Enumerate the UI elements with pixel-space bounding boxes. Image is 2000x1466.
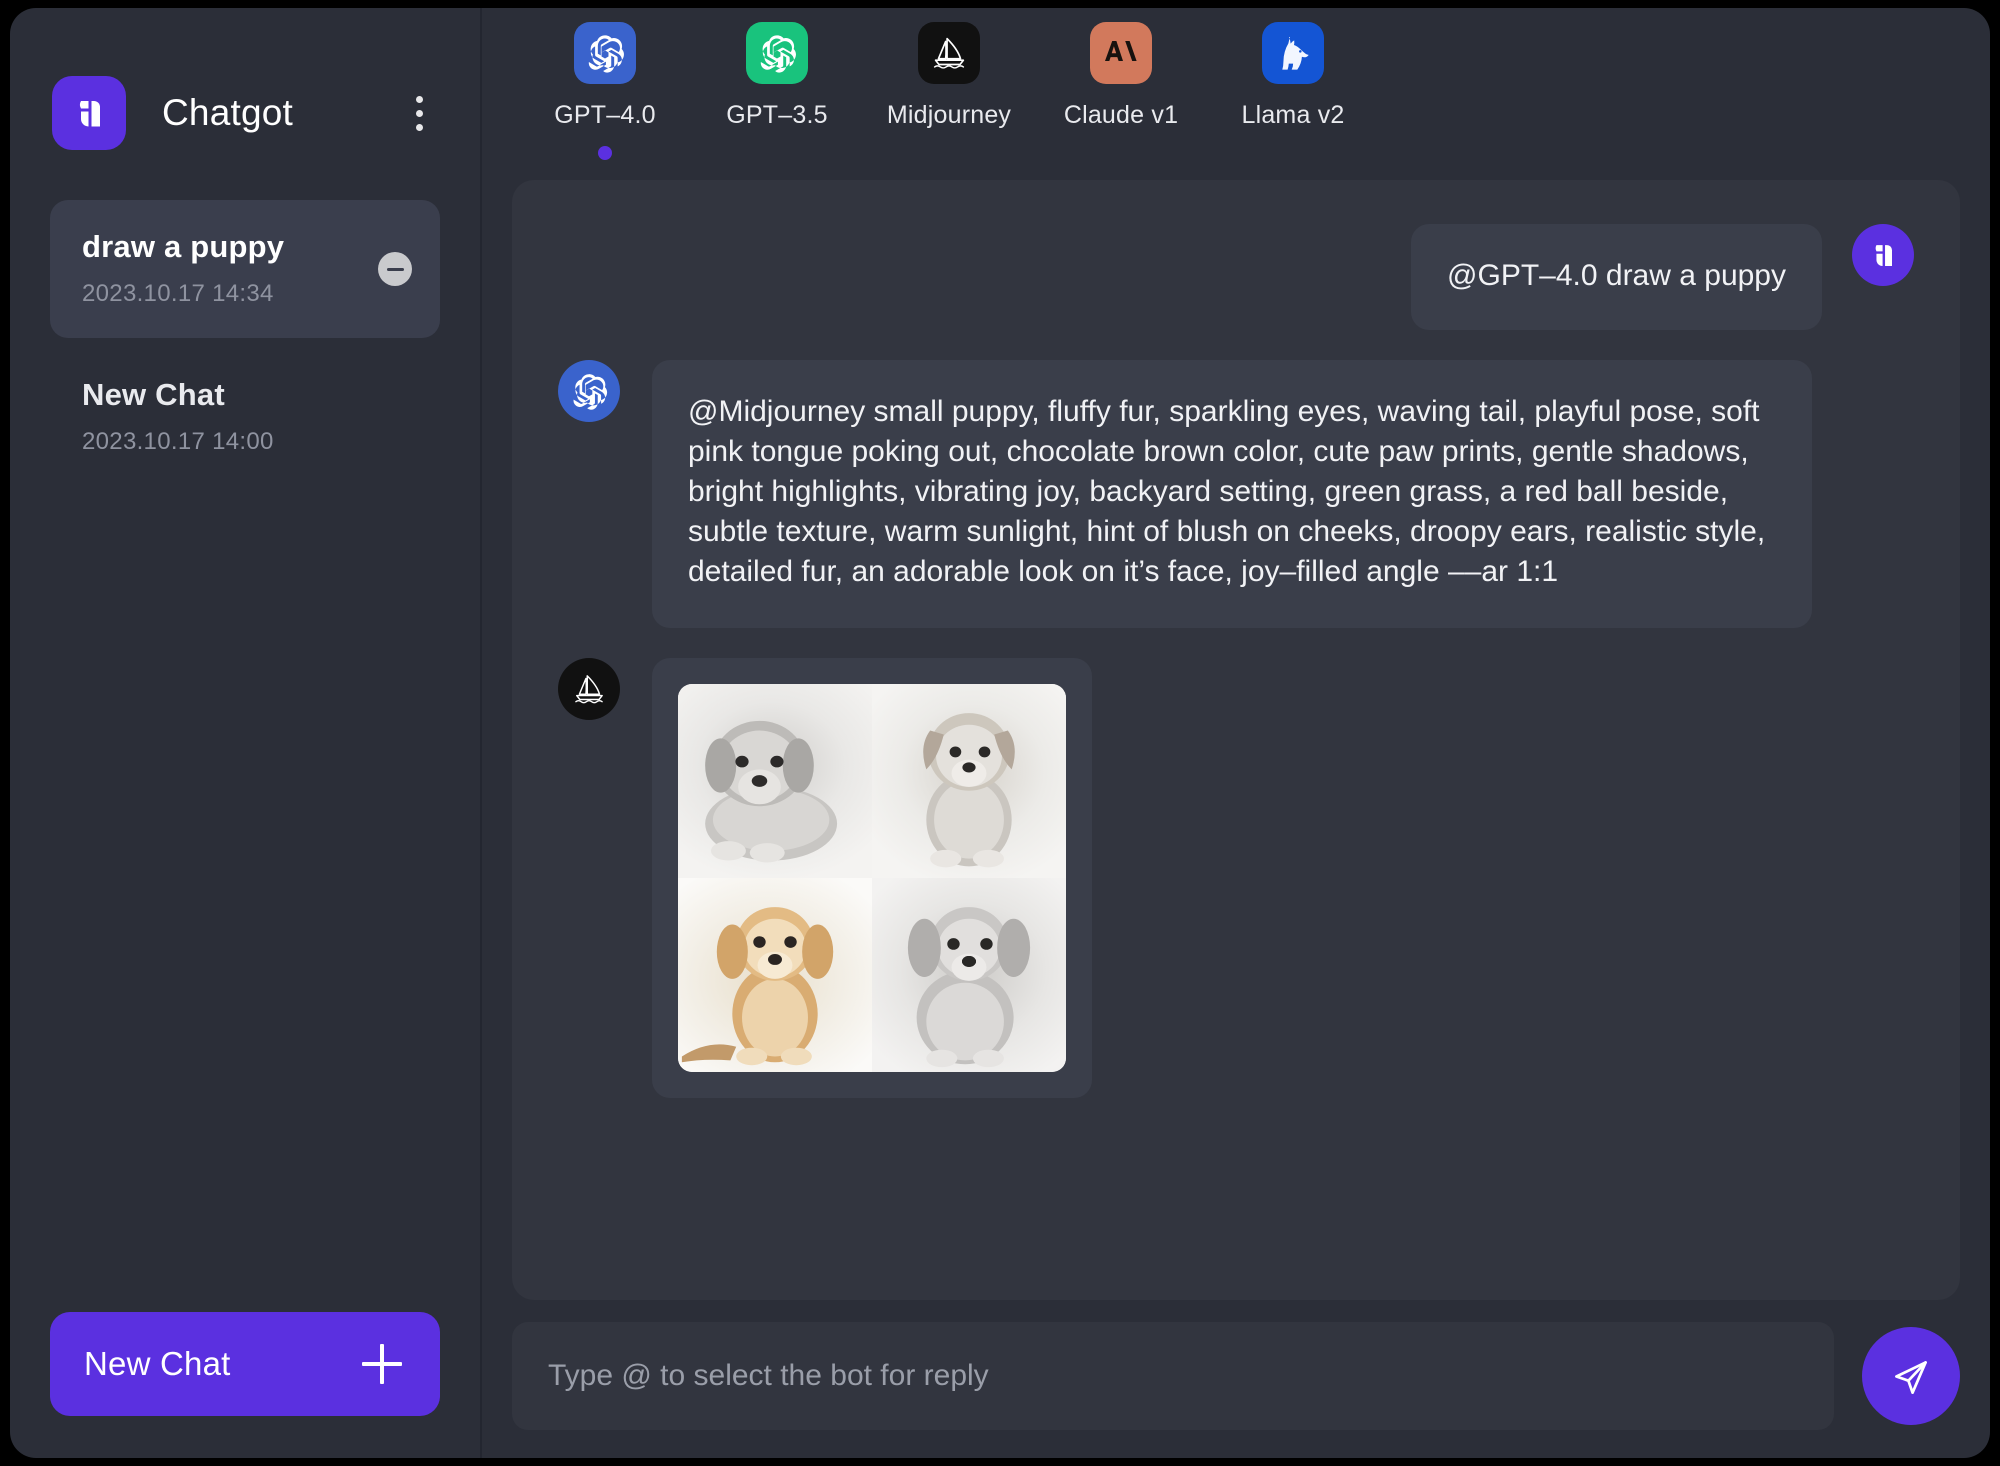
model-tab-midjourney[interactable]: Midjourney (863, 22, 1035, 160)
model-tab-gpt-4-0[interactable]: GPT–4.0 (519, 22, 691, 160)
model-label: Midjourney (887, 101, 1011, 130)
plus-icon (362, 1344, 402, 1384)
message-text: @GPT–4.0 draw a puppy (1411, 224, 1822, 330)
send-plane-icon (1886, 1351, 1936, 1401)
message-assistant-gpt: @Midjourney small puppy, fluffy fur, spa… (558, 360, 1914, 628)
model-tab-gpt-3-5[interactable]: GPT–3.5 (691, 22, 863, 160)
minus-circle-icon[interactable] (378, 252, 412, 286)
generated-image-cell-1[interactable] (872, 684, 1066, 878)
model-tab-claude-v1[interactable]: Claude v1 (1035, 22, 1207, 160)
generated-image-cell-0[interactable] (678, 684, 872, 878)
model-label: Llama v2 (1241, 101, 1344, 130)
send-button[interactable] (1862, 1327, 1960, 1425)
conversation-panel[interactable]: @GPT–4.0 draw a puppy @Midjourney (512, 180, 1960, 1300)
openai-icon (574, 22, 636, 84)
chat-list-item-1[interactable]: New Chat 2023.10.17 14:00 (50, 348, 440, 486)
message-user: @GPT–4.0 draw a puppy (558, 224, 1914, 330)
message-input[interactable] (548, 1359, 1798, 1393)
image-grid-2x2[interactable] (678, 684, 1066, 1072)
composer-row (512, 1322, 1960, 1458)
generated-image-cell-2[interactable] (678, 878, 872, 1072)
generated-image-bubble[interactable] (652, 658, 1092, 1098)
message-assistant-midjourney (558, 658, 1914, 1098)
chat-timestamp: 2023.10.17 14:00 (82, 428, 410, 456)
page-title: Chatgot (162, 92, 400, 134)
chatgot-avatar-icon (1852, 224, 1914, 286)
sidebar: Chatgot draw a puppy 2023.10.17 14:34 Ne… (10, 8, 480, 1458)
new-chat-button-label: New Chat (84, 1345, 231, 1383)
sailboat-icon (918, 22, 980, 84)
message-text: @Midjourney small puppy, fluffy fur, spa… (688, 392, 1776, 592)
llama-icon (1262, 22, 1324, 84)
chat-timestamp: 2023.10.17 14:34 (82, 280, 410, 308)
openai-avatar-icon (558, 360, 620, 422)
generated-image-cell-3[interactable] (872, 878, 1066, 1072)
anthropic-icon (1090, 22, 1152, 84)
chat-list-item-0[interactable]: draw a puppy 2023.10.17 14:34 (50, 200, 440, 338)
sailboat-avatar-icon (558, 658, 620, 720)
chat-history-list: draw a puppy 2023.10.17 14:34 New Chat 2… (10, 200, 480, 1312)
chat-title: draw a puppy (82, 230, 410, 264)
model-label: GPT–4.0 (554, 101, 655, 130)
chatgot-app-window: Chatgot draw a puppy 2023.10.17 14:34 Ne… (0, 0, 2000, 1466)
chatgot-logo-icon (52, 76, 126, 150)
sidebar-header: Chatgot (10, 8, 480, 158)
message-input-wrapper[interactable] (512, 1322, 1834, 1430)
model-label: GPT–3.5 (726, 101, 827, 130)
main-panel: GPT–4.0 GPT–3.5 (480, 8, 1990, 1458)
new-chat-button[interactable]: New Chat (50, 1312, 440, 1416)
assistant-prompt-bubble: @Midjourney small puppy, fluffy fur, spa… (652, 360, 1812, 628)
model-label: Claude v1 (1064, 101, 1178, 130)
model-selected-indicator (598, 146, 612, 160)
chat-title: New Chat (82, 378, 410, 412)
model-selector-bar: GPT–4.0 GPT–3.5 (512, 8, 1960, 180)
kebab-menu-icon[interactable] (400, 91, 438, 135)
model-tab-llama-v2[interactable]: Llama v2 (1207, 22, 1379, 160)
openai-icon (746, 22, 808, 84)
